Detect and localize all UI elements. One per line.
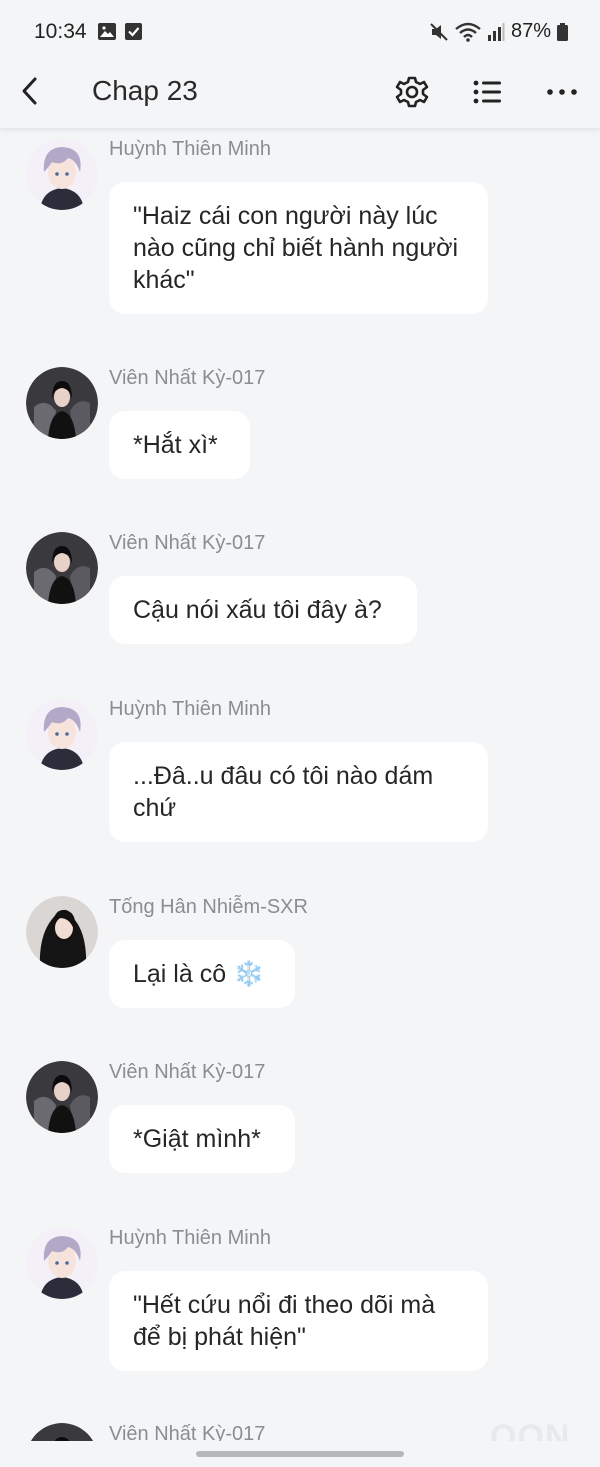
back-arrow-icon[interactable] — [14, 74, 48, 108]
avatar-girl-icon[interactable] — [26, 896, 98, 968]
avatar-boy-icon[interactable] — [26, 1227, 98, 1299]
message-bubble[interactable]: "Haiz cái con người này lúc nào cũng chỉ… — [109, 182, 488, 314]
status-bar: 10:34 87% — [0, 0, 600, 62]
sender-name: Viên Nhất Kỳ-017 — [109, 367, 266, 389]
checkbox-icon — [125, 23, 142, 40]
more-options-icon[interactable] — [542, 72, 582, 112]
gallery-icon — [98, 23, 116, 40]
avatar-boy-icon[interactable] — [26, 138, 98, 210]
sender-name: Huỳnh Thiên Minh — [109, 698, 271, 720]
wifi-icon — [455, 22, 481, 42]
avatar-boy-icon[interactable] — [26, 698, 98, 770]
message-bubble[interactable]: "Hết cứu nổi đi theo dõi mà để bị phát h… — [109, 1271, 488, 1371]
avatar-girl-icon[interactable] — [26, 367, 98, 439]
message-bubble[interactable]: ...Đâ..u đâu có tôi nào dám chứ — [109, 742, 488, 842]
avatar-girl-icon[interactable] — [26, 532, 98, 604]
status-right: 87% — [429, 20, 568, 43]
home-indicator[interactable] — [196, 1451, 404, 1457]
signal-icon — [487, 22, 505, 41]
sender-name: Tống Hân Nhiễm-SXR — [109, 896, 308, 918]
status-time: 10:34 — [34, 20, 87, 43]
sender-name: Huỳnh Thiên Minh — [109, 138, 271, 160]
sender-name: Huỳnh Thiên Minh — [109, 1227, 271, 1249]
avatar-girl-icon[interactable] — [26, 1423, 98, 1441]
avatar-girl-icon[interactable] — [26, 1061, 98, 1133]
watermark: OON — [490, 1418, 571, 1441]
page-title: Chap 23 — [92, 75, 198, 106]
battery-percent: 87% — [510, 20, 551, 42]
sender-name: Viên Nhất Kỳ-017 — [109, 1061, 266, 1083]
settings-gear-icon[interactable] — [392, 72, 432, 112]
sender-name: Viên Nhất Kỳ-017 — [109, 1423, 266, 1441]
sender-name: Viên Nhất Kỳ-017 — [109, 532, 266, 554]
chapter-list-icon[interactable] — [467, 72, 507, 112]
battery-icon — [557, 22, 568, 41]
toolbar: Chap 23 — [0, 62, 600, 129]
message-bubble[interactable]: *Giật mình* — [109, 1105, 295, 1173]
message-bubble[interactable]: Cậu nói xấu tôi đây à? — [109, 576, 417, 644]
message-bubble[interactable]: Lại là cô ❄️ — [109, 940, 295, 1008]
chat-feed[interactable]: OON Huỳnh Thiên Minh "Haiz cái con người… — [0, 128, 600, 1441]
mute-icon — [430, 22, 448, 41]
message-bubble[interactable]: *Hắt xì* — [109, 411, 250, 479]
